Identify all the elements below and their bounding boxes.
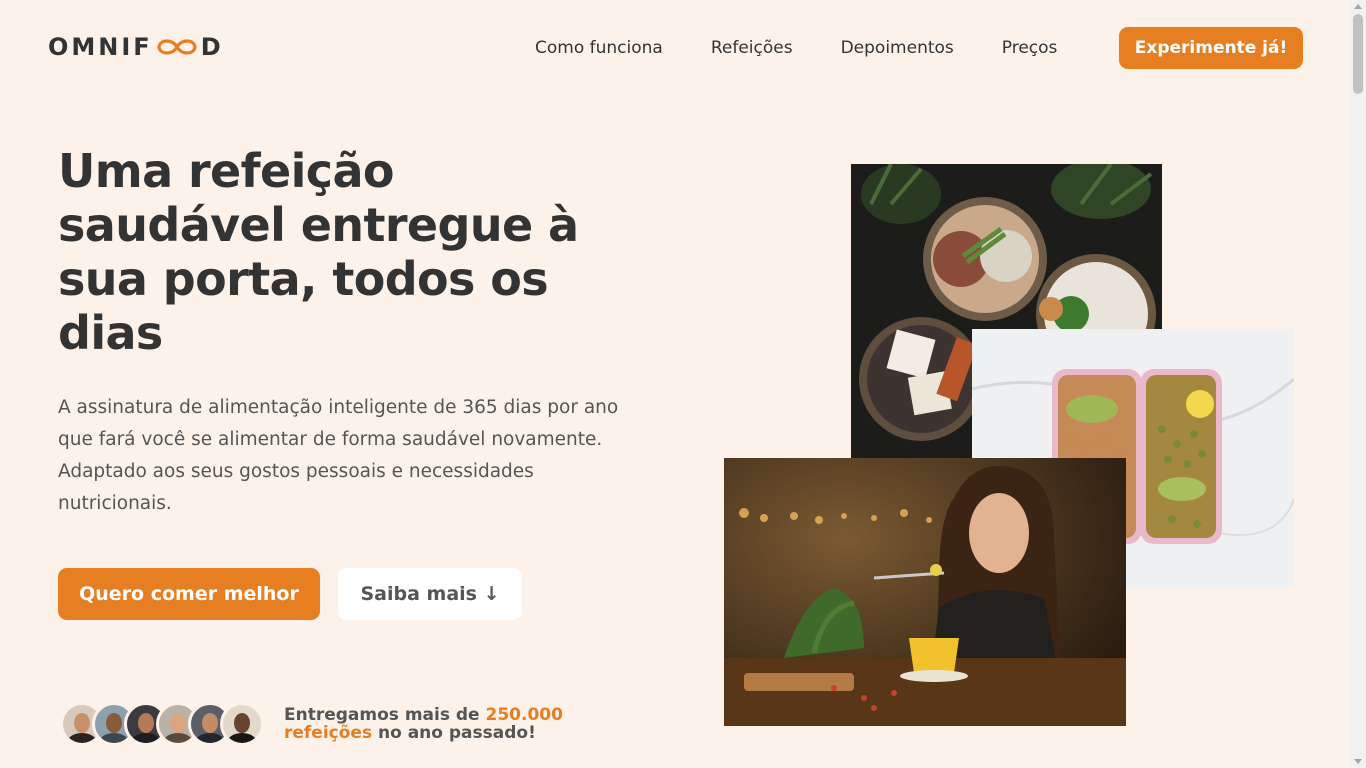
avatar (220, 702, 264, 746)
hero-image-woman-eating (724, 458, 1126, 726)
nav-link-testimonials[interactable]: Depoimentos (841, 38, 954, 58)
nav-link-meals[interactable]: Refeições (711, 38, 793, 58)
customer-avatars (60, 702, 264, 746)
page-scrollbar[interactable] (1350, 0, 1366, 768)
eat-better-button[interactable]: Quero comer melhor (58, 568, 320, 620)
site-header: OMNIF D Como funciona Refeições Depoimen… (0, 0, 1350, 96)
main-nav: Como funciona Refeições Depoimentos Preç… (535, 27, 1105, 69)
scroll-up-icon[interactable] (1354, 4, 1362, 9)
hero-description: A assinatura de alimentação inteligente … (58, 397, 619, 514)
learn-more-button[interactable]: Saiba mais ↓ (338, 568, 522, 620)
scrollbar-thumb[interactable] (1353, 14, 1363, 94)
delivered-suffix: no ano passado! (372, 723, 536, 743)
delivered-prefix: Entregamos mais de (284, 705, 486, 725)
nav-link-how-it-works[interactable]: Como funciona (535, 38, 663, 58)
nav-link-pricing[interactable]: Preços (1002, 38, 1058, 58)
scroll-down-icon[interactable] (1354, 759, 1362, 764)
try-now-button[interactable]: Experimente já! (1119, 27, 1303, 69)
hero-title: Uma refeição saudável entregue à sua por… (58, 144, 579, 360)
infinity-logo-icon (157, 39, 197, 55)
delivered-meals-text: Entregamos mais de 250.000 refeições no … (284, 706, 574, 742)
delivered-meals: Entregamos mais de 250.000 refeições no … (60, 702, 574, 746)
logo-text-left: OMNIF (48, 33, 153, 61)
logo-text-right: D (200, 33, 224, 61)
logo[interactable]: OMNIF D (48, 32, 224, 62)
woman-eating-illustration (724, 458, 1126, 726)
